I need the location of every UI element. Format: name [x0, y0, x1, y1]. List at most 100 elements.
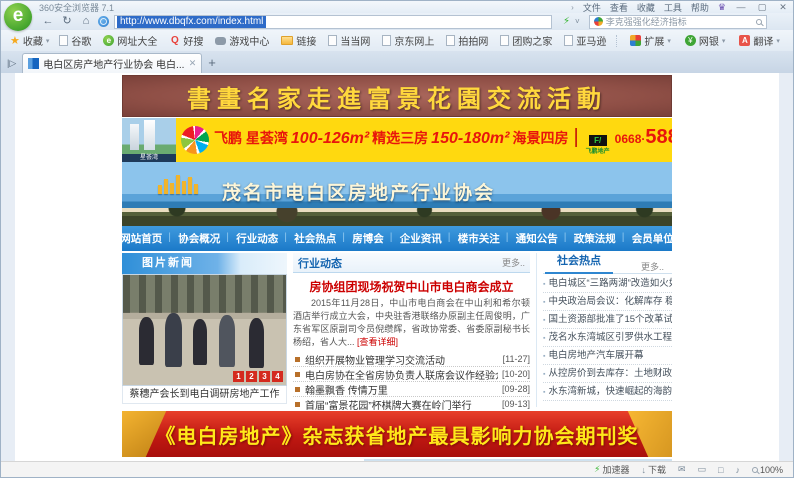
pager-dot[interactable]: 1 [233, 371, 244, 382]
industry-headline[interactable]: 房协组团现场祝贺中山市电白商会成立 [293, 278, 530, 295]
nav-item[interactable]: 社会热点 [286, 231, 344, 246]
message-icon[interactable]: ✉ [678, 464, 686, 475]
photo-news-header: 图片新闻 [122, 253, 287, 274]
award-banner[interactable]: 《电白房地产》杂志获省地产最具影响力协会期刊奖 [122, 411, 672, 457]
menu-item[interactable]: 工具 [664, 1, 682, 14]
industry-list-item[interactable]: 首届“富景花园”杯棋牌大赛在岭门举行 [09-13] [293, 397, 530, 412]
bookmark-item[interactable]: 亚马逊 [561, 33, 609, 48]
accelerator-button[interactable]: ⚡ 加速器 [594, 463, 629, 476]
session-restore-icon[interactable]: |▷ [7, 58, 16, 69]
menu-bar-group: › 文件查看收藏工具帮助 ♛ — ▢ ✕ [571, 1, 789, 14]
bookmark-label: 链接 [296, 33, 316, 48]
url-text[interactable]: http://www.dbqfx.com/index.html [117, 16, 266, 28]
toolbar-tool[interactable]: 网银 ▾ [682, 33, 729, 48]
search-box[interactable]: 李克强强化经济指标 [589, 15, 767, 29]
vip-crown-icon[interactable]: ♛ [718, 2, 726, 13]
photo-news-image[interactable]: 1234 [122, 274, 287, 386]
bookmark-item[interactable]: 团购之家 [497, 33, 555, 48]
nav-item[interactable]: 会员单位 [624, 231, 682, 246]
bookmark-item[interactable]: 游戏中心 [212, 33, 272, 48]
hotspot-item[interactable]: 中央政治局会议：化解库存 稳定房地产 [543, 293, 672, 311]
hotspot-item[interactable]: 从控房价到去库存：土地财政已难以为 [543, 365, 672, 383]
hotspot-item[interactable]: 水东湾新城，快速崛起的海韵绿城 [543, 383, 672, 401]
download-button[interactable]: ↓ 下载 [641, 463, 666, 476]
industry-item-title[interactable]: 组织开展物业管理学习交流活动 [305, 352, 499, 367]
developer-logo-icon: F/ [589, 135, 607, 146]
tab-active[interactable]: 电白区房产地产行业协会 电白... ✕ [22, 53, 202, 73]
new-tab-button[interactable]: + [208, 55, 216, 70]
bookmark-item[interactable]: 好搜 [166, 33, 206, 48]
bookmark-item[interactable]: 拍拍网 [443, 33, 491, 48]
tab-close-icon[interactable]: ✕ [189, 58, 197, 69]
bookmark-item[interactable]: 当当网 [325, 33, 373, 48]
tool-label: 扩展 [644, 33, 664, 48]
square-bullet-icon [295, 387, 300, 392]
industry-list-item[interactable]: 翰墨飘香 传情万里 [09-28] [293, 382, 530, 397]
menu-item[interactable]: 收藏 [637, 1, 655, 14]
industry-list-item[interactable]: 电白房协在全省房协负责人联席会议作经验介绍 [10-20] [293, 367, 530, 382]
menu-overflow-icon[interactable]: › [571, 3, 574, 12]
bookmark-item[interactable]: 京东网上 [379, 33, 437, 48]
mode-dropdown-icon[interactable]: ˅ [575, 17, 580, 26]
industry-list-item[interactable]: 组织开展物业管理学习交流活动 [11-27] [293, 352, 530, 367]
detail-link[interactable]: [查看详细] [357, 337, 398, 347]
industry-news-section: 行业动态 更多.. 房协组团现场祝贺中山市电白商会成立 2015年11月28日，… [293, 253, 530, 407]
photo-caption[interactable]: 蔡穗产会长到电白调研房地产工作 [122, 386, 287, 404]
home-button[interactable]: ⌂ [79, 15, 93, 28]
menu-item[interactable]: 帮助 [691, 1, 709, 14]
pager-dot[interactable]: 4 [272, 371, 283, 382]
nav-item[interactable]: 行业动态 [228, 231, 286, 246]
industry-item-title[interactable]: 首届“富景花园”杯棋牌大赛在岭门举行 [305, 397, 498, 412]
industry-more-link[interactable]: 更多.. [502, 256, 525, 269]
nav-item[interactable]: 企业资讯 [392, 231, 450, 246]
nav-item[interactable]: 通知公告 [508, 231, 566, 246]
nav-item[interactable]: 网站首页 [112, 231, 170, 246]
page-content: 書畫名家走進富景花園交流活動 星荟湾 飞鹏 星荟湾 100-126m² 精选三房… [122, 73, 672, 461]
scrollbar-down-icon[interactable]: ˅ [784, 449, 789, 458]
nav-item[interactable]: 楼市关注 [450, 231, 508, 246]
bookmark-item[interactable]: 链接 [278, 33, 319, 48]
calligraphy-event-banner[interactable]: 書畫名家走進富景花園交流活動 [122, 75, 672, 117]
toolbar-tool[interactable]: 扩展 ▾ [627, 33, 674, 48]
hotspot-item[interactable]: 国土资源部批准了15个改革试点农用地 [543, 311, 672, 329]
refresh-button[interactable]: ↻ [60, 15, 74, 28]
pager-dot[interactable]: 3 [259, 371, 270, 382]
media-icon[interactable]: ♪ [735, 465, 740, 475]
speed-mode-icon[interactable]: ⚡ [563, 16, 570, 27]
nav-item[interactable]: 政策法规 [566, 231, 624, 246]
bookmark-item[interactable]: 网址大全 [100, 33, 160, 48]
minimize-button[interactable]: — [735, 2, 747, 12]
industry-item-title[interactable]: 电白房协在全省房协负责人联席会议作经验介绍 [305, 367, 498, 382]
browser-360-logo-icon[interactable]: e [4, 3, 32, 31]
nav-item[interactable]: 房博会 [344, 231, 392, 246]
favorites-button[interactable]: ★ 收藏 ▾ [7, 33, 52, 48]
hotspots-more-link[interactable]: 更多.. [641, 260, 664, 273]
zoom-control[interactable]: 100% [752, 465, 783, 475]
hotspots-title[interactable]: 社会热点 [545, 252, 613, 274]
tab-title[interactable]: 电白区房产地产行业协会 电白... [43, 56, 184, 71]
hotspot-item[interactable]: 电白城区“三路两湖”改造如火如荼进 [543, 275, 672, 293]
pager-dot[interactable]: 2 [246, 371, 257, 382]
page-icon [328, 35, 337, 46]
close-button[interactable]: ✕ [777, 2, 789, 13]
industry-item-title[interactable]: 翰墨飘香 传情万里 [305, 382, 498, 397]
menu-item[interactable]: 查看 [610, 1, 628, 14]
nav-item[interactable]: 协会概况 [170, 231, 228, 246]
hotspot-item[interactable]: 茂名水东湾城区引罗供水工程开工 [543, 329, 672, 347]
maximize-button[interactable]: ▢ [756, 2, 768, 13]
back-button[interactable]: ← [41, 15, 55, 28]
window-split-icon[interactable]: ▭ [698, 464, 707, 475]
menu-item[interactable]: 文件 [583, 1, 601, 14]
industry-title[interactable]: 行业动态 [298, 255, 342, 271]
bookmark-item[interactable]: 谷歌 [56, 33, 94, 48]
search-input[interactable]: 李克强强化经济指标 [606, 15, 753, 28]
address-bar[interactable]: http://www.dbqfx.com/index.html [114, 15, 552, 29]
menu-bar: 文件查看收藏工具帮助 [583, 1, 709, 14]
chevron-down-icon: ▾ [667, 37, 671, 45]
fullscreen-icon[interactable]: □ [718, 465, 723, 475]
translate-icon [739, 35, 750, 46]
hotspot-item[interactable]: 电白房地产汽车展开幕 [543, 347, 672, 365]
toolbar-tool[interactable]: 翻译 ▾ [736, 33, 783, 48]
property-ad-banner[interactable]: 星荟湾 飞鹏 星荟湾 100-126m² 精选三房 150-180m² 海景四房… [122, 118, 672, 162]
search-icon[interactable] [756, 19, 762, 25]
